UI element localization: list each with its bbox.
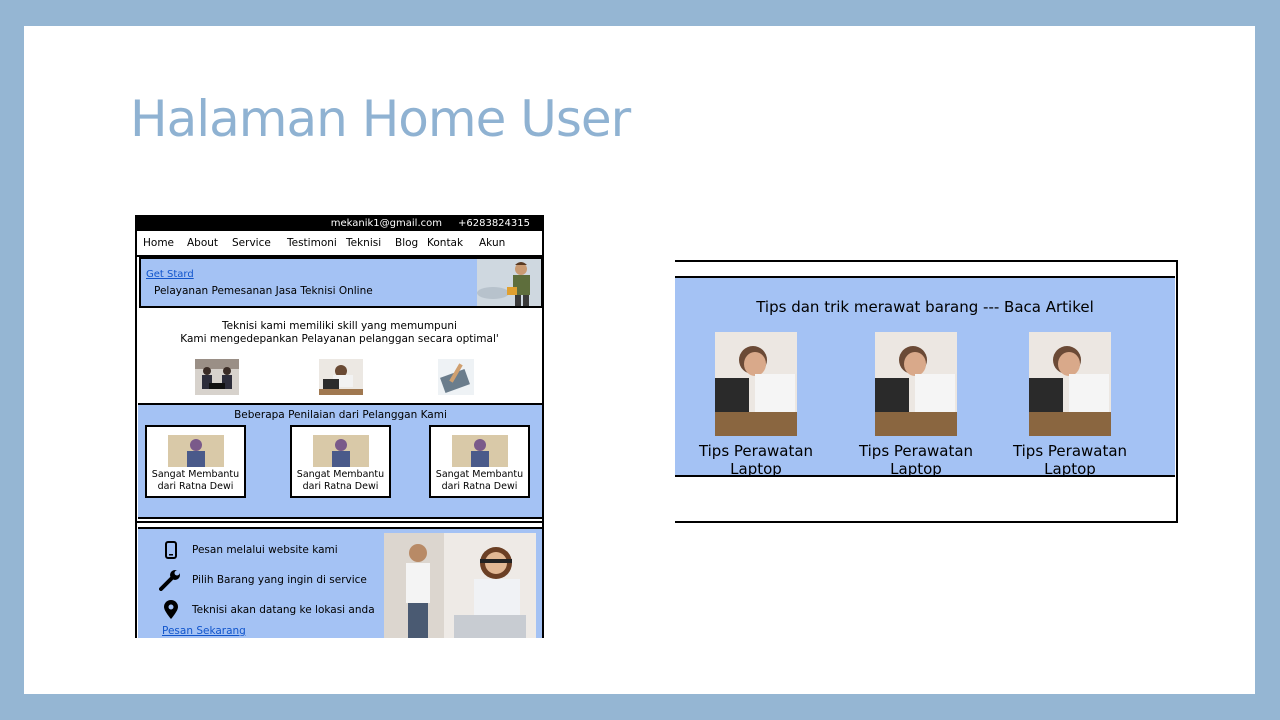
nav-item-home[interactable]: Home [143,237,187,249]
hero-text: Pelayanan Pemesanan Jasa Teknisi Online [154,285,373,297]
review-text: Sangat Membantu [435,469,524,480]
customer-photo [384,533,536,638]
step-item: Pesan melalui website kami [158,539,338,561]
review-author: dari Ratna Dewi [441,481,518,492]
get-started-link[interactable]: Get Stard [146,269,194,280]
nav-item-service[interactable]: Service [232,237,287,249]
tips-title[interactable]: Tips dan trik merawat barang --- Baca Ar… [675,298,1175,316]
step-item: Teknisi akan datang ke lokasi anda [158,599,375,621]
order-now-link[interactable]: Pesan Sekarang [162,625,246,637]
reviewer-photo [451,435,508,467]
contact-bar: mekanik1@gmail.com +6283824315 [137,215,542,231]
slide: Halaman Home User mekanik1@gmail.com +62… [24,26,1255,694]
nav-item-kontak[interactable]: Kontak [427,237,479,249]
nav-item-blog[interactable]: Blog [395,237,427,249]
team-meeting-image [195,359,239,395]
tips-section: Tips dan trik merawat barang --- Baca Ar… [675,276,1175,478]
article-image [1029,332,1111,436]
hero-banner: Get Stard Pelayanan Pemesanan Jasa Tekni… [139,257,542,308]
article-image [875,332,957,436]
home-mockup: mekanik1@gmail.com +6283824315 Home Abou… [135,215,544,638]
phone-icon [158,539,184,561]
reviewer-photo [312,435,369,467]
nav-item-about[interactable]: About [187,237,232,249]
nav-item-akun[interactable]: Akun [479,237,519,249]
intro-text: Teknisi kami memiliki skill yang memumpu… [137,320,542,346]
reviews-title: Beberapa Penilaian dari Pelanggan Kami [234,409,447,421]
step-text: Teknisi akan datang ke lokasi anda [192,604,375,616]
reviewer-photo [167,435,224,467]
step-text: Pesan melalui website kami [192,544,338,556]
article-label: Tips Perawatan Laptop [1012,442,1128,478]
article-label: Tips Perawatan Laptop [858,442,974,478]
section-divider [137,521,542,523]
review-author: dari Ratna Dewi [302,481,379,492]
main-nav: Home About Service Testimoni Teknisi Blo… [137,231,542,257]
nav-item-teknisi[interactable]: Teknisi [346,237,395,249]
nav-item-testimoni[interactable]: Testimoni [287,237,346,249]
contact-email[interactable]: mekanik1@gmail.com [331,218,442,229]
intro-line-2: Kami mengedepankan Pelayanan pelanggan s… [180,333,499,345]
how-to-order-section: Pesan melalui website kami Pilih Barang … [138,527,542,638]
technician-laptop-image [319,359,363,395]
wrench-icon [158,569,184,591]
review-text: Sangat Membantu [296,469,385,480]
article-card[interactable]: Tips Perawatan Laptop [841,332,991,478]
review-author: dari Ratna Dewi [157,481,234,492]
tips-mockup: Tips dan trik merawat barang --- Baca Ar… [675,260,1178,523]
article-image [715,332,797,436]
intro-line-1: Teknisi kami memiliki skill yang memumpu… [222,320,457,332]
step-text: Pilih Barang yang ingin di service [192,574,367,586]
review-text: Sangat Membantu [151,469,240,480]
location-pin-icon [158,599,184,621]
article-label: Tips Perawatan Laptop [698,442,814,478]
slide-title: Halaman Home User [130,90,631,148]
mechanic-image [477,259,541,306]
article-card[interactable]: Tips Perawatan Laptop [995,332,1145,478]
contact-phone[interactable]: +6283824315 [458,218,530,229]
repair-tools-image [438,359,474,395]
review-card[interactable]: Sangat Membantu dari Ratna Dewi [429,425,530,498]
review-card[interactable]: Sangat Membantu dari Ratna Dewi [290,425,391,498]
review-card[interactable]: Sangat Membantu dari Ratna Dewi [145,425,246,498]
article-card[interactable]: Tips Perawatan Laptop [681,332,831,478]
reviews-section: Beberapa Penilaian dari Pelanggan Kami S… [138,403,542,519]
step-item: Pilih Barang yang ingin di service [158,569,367,591]
